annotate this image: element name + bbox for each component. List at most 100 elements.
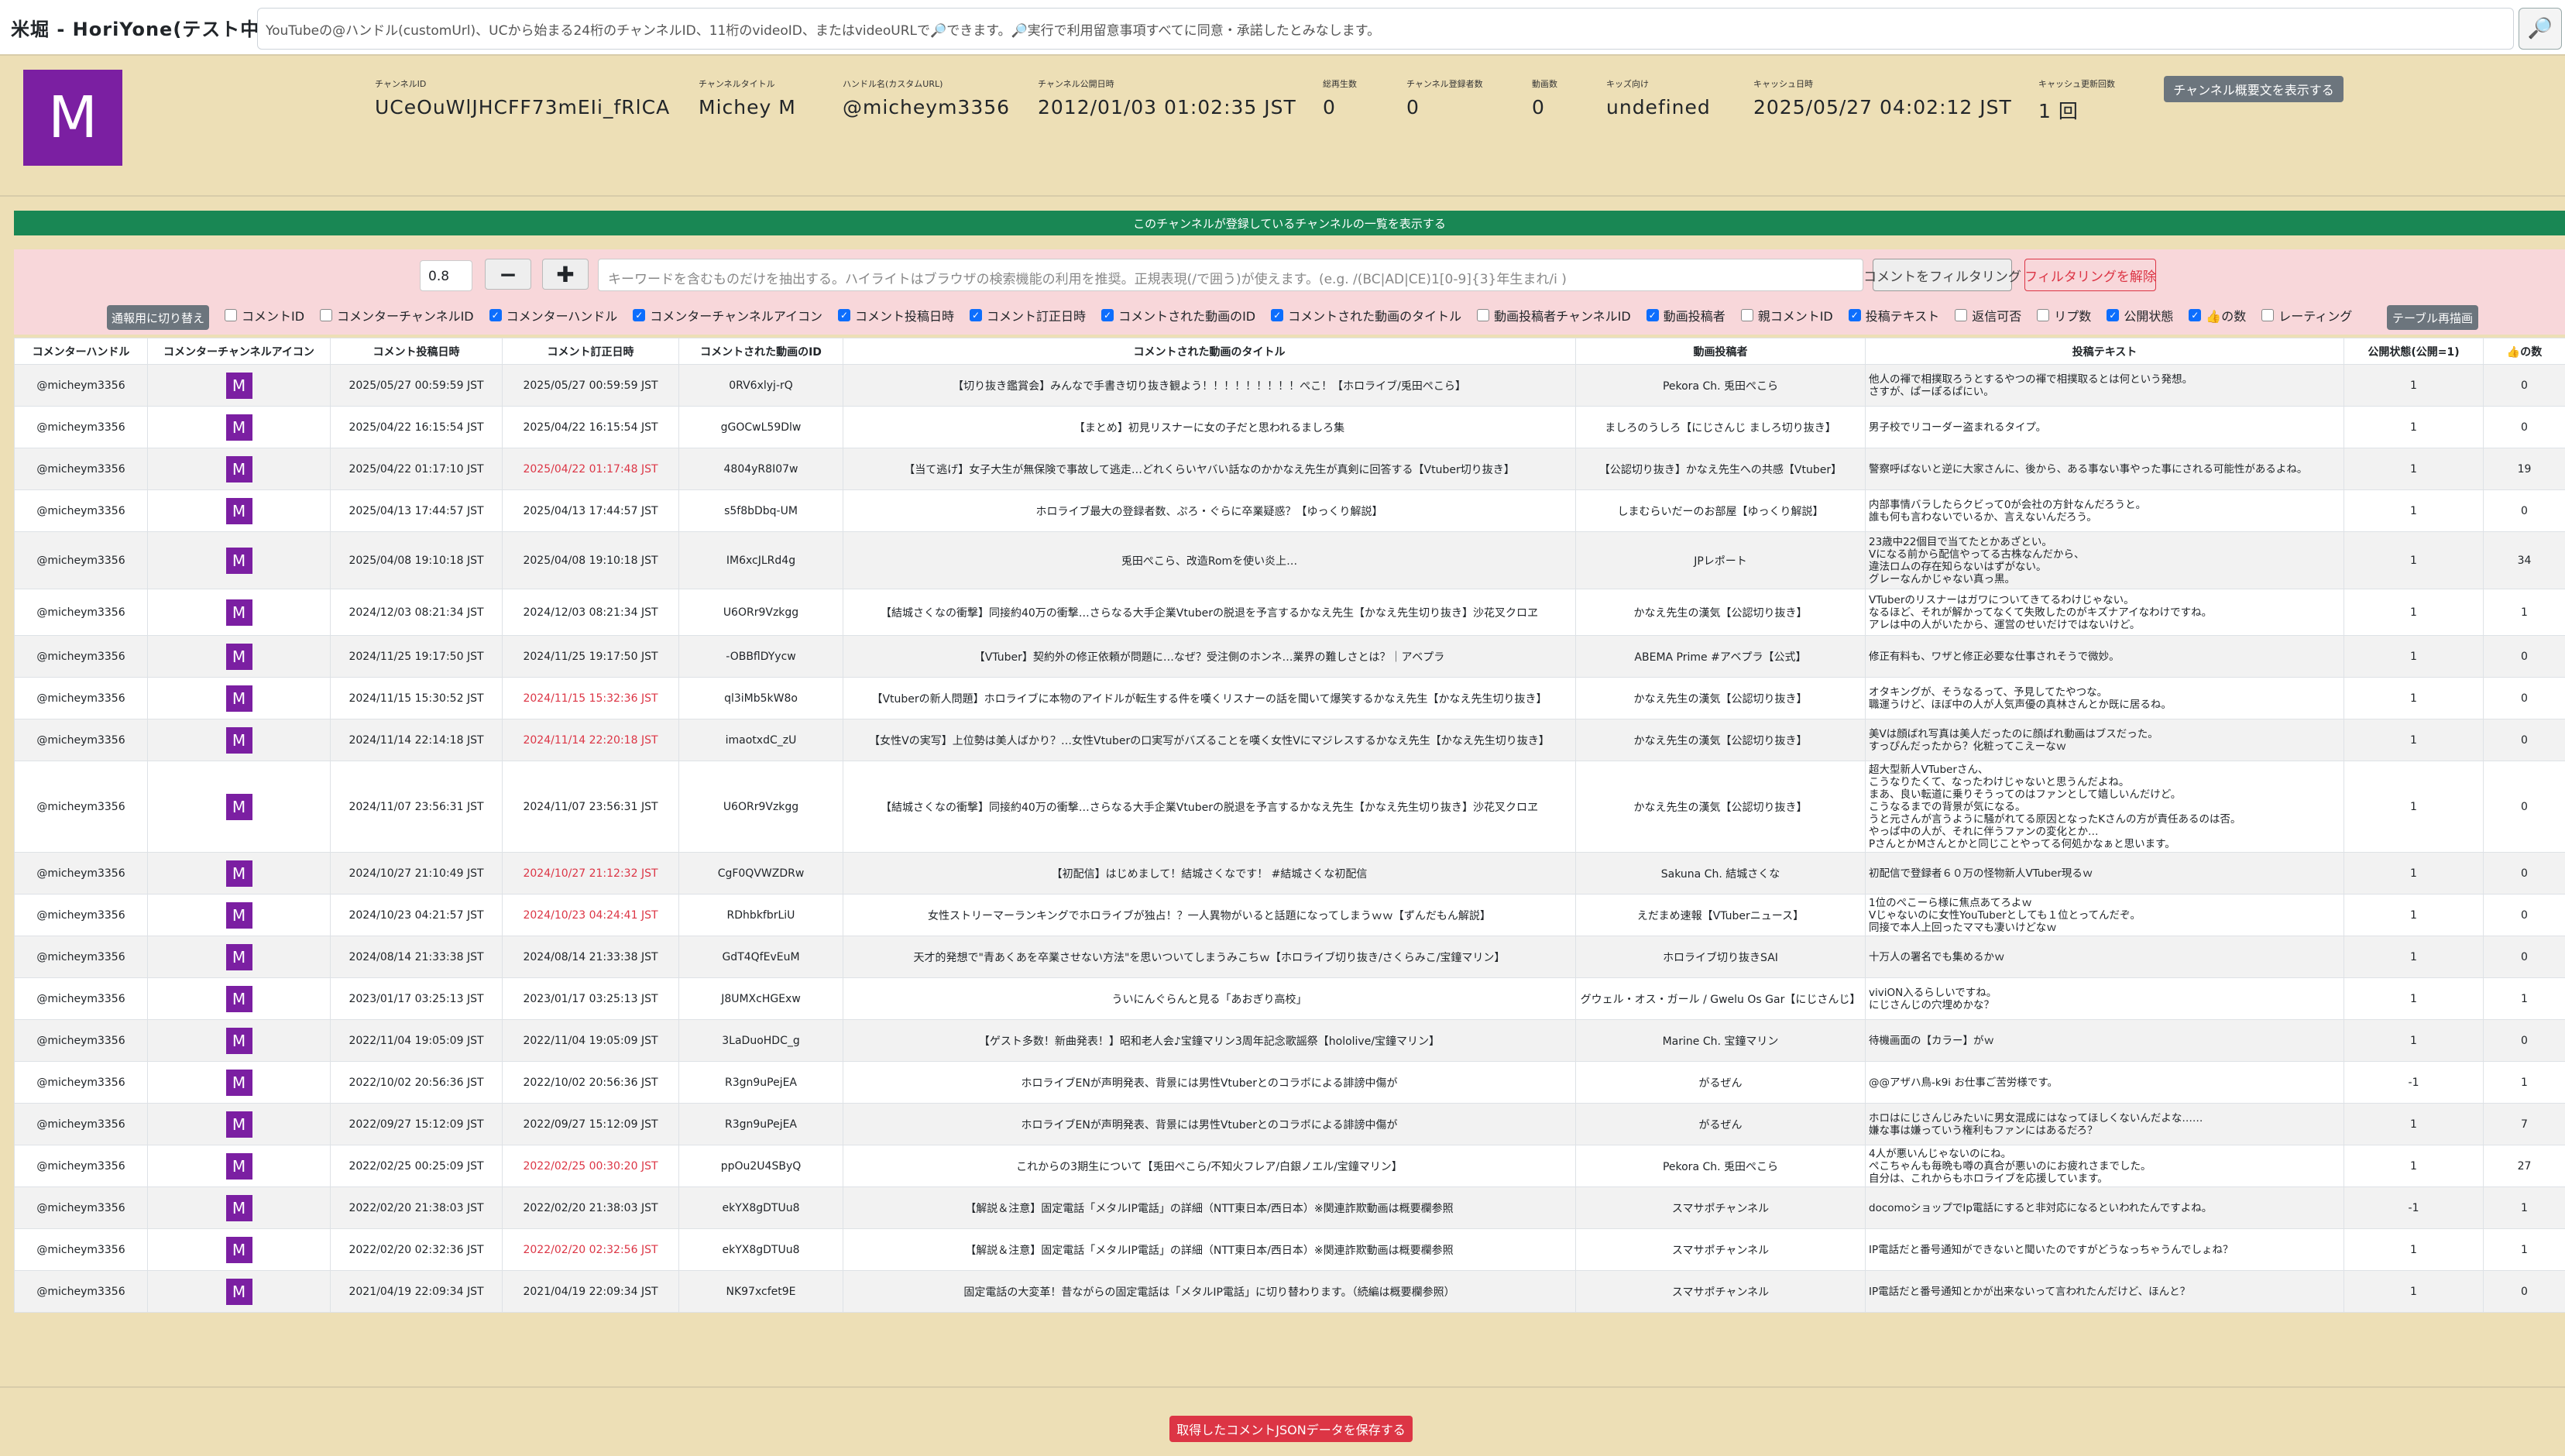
checkbox-icon[interactable]: ✓ — [1271, 309, 1284, 321]
checkbox-icon[interactable] — [1477, 309, 1490, 321]
column-toggle[interactable]: ✓ コメントされた動画のID — [1101, 306, 1255, 325]
cell-o: Sakuna Ch. 結城さくな — [1575, 852, 1866, 895]
meta-label: キャッシュ日時 — [1753, 79, 1813, 89]
checkbox-icon[interactable] — [320, 309, 333, 321]
redraw-table-button[interactable]: テーブル再描画 — [2387, 305, 2478, 330]
show-description-button[interactable]: チャンネル概要文を表示する — [2164, 76, 2344, 102]
column-toggle[interactable]: ✓ コメントされた動画のタイトル — [1271, 306, 1461, 325]
column-header[interactable]: コメント投稿日時 — [330, 338, 503, 365]
table-row[interactable]: @micheym3356 M 2022/02/25 00:25:09 JST 2022… — [14, 1145, 2565, 1187]
table-row[interactable]: @micheym3356 M 2025/05/27 00:59:59 JST 2025… — [14, 364, 2565, 407]
table-row[interactable]: @micheym3356 M 2022/09/27 15:12:09 JST 2022… — [14, 1103, 2565, 1145]
table-row[interactable]: @micheym3356 M 2024/11/14 22:14:18 JST 2024… — [14, 719, 2565, 761]
column-toggle[interactable]: ✓ 👍の数 — [2189, 306, 2246, 325]
commenter-avatar: M — [225, 497, 252, 524]
table-row[interactable]: @micheym3356 M 2024/08/14 21:33:38 JST 2024… — [14, 936, 2565, 978]
column-toggle-label: リプ数 — [2054, 309, 2092, 324]
table-row[interactable]: @micheym3356 M 2022/11/04 19:05:09 JST 2022… — [14, 1019, 2565, 1062]
cell-t: 【結城さくなの衝撃】同接約40万の衝撃…さらなる大手企業Vtuberの脱退を予言… — [843, 761, 1576, 853]
table-row[interactable]: @micheym3356 M 2025/04/22 01:17:10 JST 2025… — [14, 448, 2565, 490]
keyword-filter-input[interactable]: キーワードを含むものだけを抽出する。ハイライトはブラウザの検索機能の利用を推奨。… — [598, 259, 1863, 291]
cell-o: スマサポチャンネル — [1575, 1228, 1866, 1271]
column-toggle[interactable]: ✓ コメンターハンドル — [489, 306, 618, 325]
zoom-input[interactable]: 0.8 — [420, 260, 472, 291]
table-row[interactable]: @micheym3356 M 2025/04/22 16:15:54 JST 2025… — [14, 406, 2565, 448]
search-input[interactable]: YouTubeの@ハンドル(customUrl)、UCから始まる24桁のチャンネ… — [257, 8, 2514, 50]
column-toggle[interactable]: ✓ コメンターチャンネルアイコン — [633, 306, 822, 325]
column-header[interactable]: コメントされた動画のタイトル — [843, 338, 1576, 365]
zoom-minus-button[interactable]: − — [485, 259, 531, 290]
zoom-plus-button[interactable]: ✚ — [542, 259, 589, 290]
column-header[interactable]: 動画投稿者 — [1575, 338, 1866, 365]
column-header[interactable]: コメンターハンドル — [14, 338, 148, 365]
table-row[interactable]: @micheym3356 M 2024/11/07 23:56:31 JST 2024… — [14, 761, 2565, 853]
checkbox-icon[interactable] — [1740, 309, 1753, 321]
table-row[interactable]: @micheym3356 M 2024/12/03 08:21:34 JST 2024… — [14, 589, 2565, 636]
checkbox-icon[interactable]: ✓ — [1101, 309, 1114, 321]
checkbox-icon[interactable]: ✓ — [970, 309, 983, 321]
column-toggle[interactable]: 返信可否 — [1955, 306, 2021, 325]
table-row[interactable]: @micheym3356 M 2021/04/19 22:09:34 JST 2021… — [14, 1270, 2565, 1313]
comments-table: コメンターハンドル コメンターチャンネルアイコン コメント投稿日時 コメント訂正日時コ… — [14, 338, 2565, 1313]
cell-p: 2024/10/27 21:10:49 JST — [330, 852, 503, 895]
clear-filter-button[interactable]: フィルタリングを解除 — [2024, 259, 2156, 291]
checkbox-icon[interactable] — [1955, 309, 1968, 321]
table-row[interactable]: @micheym3356 M 2023/01/17 03:25:13 JST 2023… — [14, 977, 2565, 1020]
table-row[interactable]: @micheym3356 M 2024/11/25 19:17:50 JST 2024… — [14, 635, 2565, 678]
cell-t: 【解説＆注意】固定電話「メタルIP電話」の詳細（NTT東日本/西日本）※関連詐欺… — [843, 1186, 1576, 1229]
column-toggle[interactable]: レーティング — [2261, 306, 2352, 325]
table-row[interactable]: @micheym3356 M 2025/04/08 19:10:18 JST 2025… — [14, 531, 2565, 589]
column-toggle-label: 親コメントID — [1757, 309, 1833, 324]
table-row[interactable]: @micheym3356 M 2022/10/02 20:56:36 JST 2022… — [14, 1061, 2565, 1104]
column-header[interactable]: 👍の数 — [2483, 338, 2565, 365]
cell-l: 34 — [2483, 531, 2565, 589]
checkbox-icon[interactable] — [2261, 309, 2275, 321]
show-subscriptions-button[interactable]: このチャンネルが登録しているチャンネルの一覧を表示する — [14, 211, 2565, 235]
column-toggle[interactable]: ✓ 動画投稿者 — [1646, 306, 1725, 325]
column-header[interactable]: コメントされた動画のID — [678, 338, 843, 365]
column-toggle[interactable]: コメントID — [225, 306, 304, 325]
column-header[interactable]: コメンターチャンネルアイコン — [147, 338, 331, 365]
column-header[interactable]: コメント訂正日時 — [502, 338, 679, 365]
column-toggle[interactable]: 動画投稿者チャンネルID — [1477, 306, 1631, 325]
column-toggle[interactable]: 親コメントID — [1740, 306, 1833, 325]
checkbox-icon[interactable]: ✓ — [838, 309, 851, 321]
table-row[interactable]: @micheym3356 M 2024/10/27 21:10:49 JST 2024… — [14, 852, 2565, 895]
search-button[interactable]: 🔎 — [2519, 8, 2562, 50]
checkbox-icon[interactable]: ✓ — [1646, 309, 1659, 321]
column-toggle-label: コメンターハンドル — [506, 309, 618, 324]
column-toggle[interactable]: ✓ 投稿テキスト — [1848, 306, 1939, 325]
column-toggle[interactable]: コメンターチャンネルID — [320, 306, 474, 325]
save-json-button[interactable]: 取得したコメントJSONデータを保存する — [1169, 1416, 1413, 1442]
checkbox-icon[interactable]: ✓ — [633, 309, 646, 321]
cell-t: 【解説＆注意】固定電話「メタルIP電話」の詳細（NTT東日本/西日本）※関連詐欺… — [843, 1228, 1576, 1271]
table-row[interactable]: @micheym3356 M 2024/10/23 04:21:57 JST 2024… — [14, 894, 2565, 936]
cell-a: M — [147, 1103, 331, 1145]
table-row[interactable]: @micheym3356 M 2024/11/15 15:30:52 JST 2024… — [14, 677, 2565, 719]
checkbox-icon[interactable]: ✓ — [489, 309, 502, 321]
cell-e: 2024/11/14 22:20:18 JST — [502, 719, 679, 761]
column-header[interactable]: 投稿テキスト — [1865, 338, 2344, 365]
cell-p: 2021/04/19 22:09:34 JST — [330, 1270, 503, 1313]
checkbox-icon[interactable]: ✓ — [1848, 309, 1861, 321]
column-toggle[interactable]: ✓ コメント訂正日時 — [970, 306, 1086, 325]
column-toggle[interactable]: ✓ 公開状態 — [2107, 306, 2173, 325]
cell-x: viviON入るらしいですね。 にじさんじの穴埋めかな？ — [1865, 977, 2344, 1020]
table-row[interactable]: @micheym3356 M 2025/04/13 17:44:57 JST 2025… — [14, 489, 2565, 532]
checkbox-icon[interactable]: ✓ — [2189, 309, 2202, 321]
cell-o: グウェル・オス・ガール / Gwelu Os Gar【にじさんじ】 — [1575, 977, 1866, 1020]
checkbox-icon[interactable] — [225, 309, 237, 321]
checkbox-icon[interactable] — [2037, 309, 2050, 321]
report-mode-button[interactable]: 通報用に切り替え — [107, 305, 209, 330]
checkbox-icon[interactable]: ✓ — [2107, 309, 2120, 321]
column-toggle[interactable]: ✓ コメント投稿日時 — [838, 306, 954, 325]
apply-filter-button[interactable]: コメントをフィルタリング — [1863, 259, 2021, 291]
table-row[interactable]: @micheym3356 M 2022/02/20 21:38:03 JST 2022… — [14, 1186, 2565, 1229]
cell-h: @micheym3356 — [14, 635, 148, 678]
table-row[interactable]: @micheym3356 M 2022/02/20 02:32:36 JST 2022… — [14, 1228, 2565, 1271]
cell-v: NK97xcfet9E — [678, 1270, 843, 1313]
cell-s: 1 — [2344, 852, 2484, 895]
cell-e: 2024/08/14 21:33:38 JST — [502, 936, 679, 978]
column-header[interactable]: 公開状態(公開=1) — [2344, 338, 2484, 365]
column-toggle[interactable]: リプ数 — [2037, 306, 2091, 325]
